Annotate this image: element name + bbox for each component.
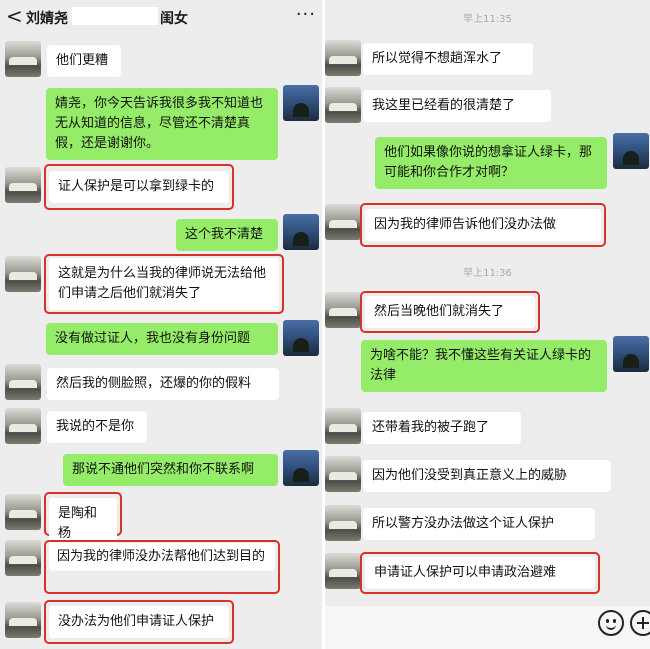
message-incoming: 我这里已经看的很清楚了 bbox=[363, 90, 551, 122]
chat-screenshot-left: < 刘婧尧 闺女 ··· 他们更糟 婧尧，你今天告诉我很多我不知道也无从知道的信… bbox=[0, 0, 322, 649]
timestamp: 早上11:35 bbox=[463, 14, 512, 25]
message-incoming: 他们更糟 bbox=[47, 45, 121, 77]
chat-screenshot-right: 早上11:35 所以觉得不想趟浑水了 我这里已经看的很清楚了 他们如果像你说的想… bbox=[325, 0, 650, 649]
message-outgoing: 那说不通他们突然和你不联系啊 bbox=[63, 454, 278, 486]
message-outgoing: 婧尧，你今天告诉我很多我不知道也无从知道的信息，尽管还不清楚真假，还是谢谢你。 bbox=[46, 88, 278, 160]
contact-avatar[interactable] bbox=[5, 256, 41, 292]
self-avatar[interactable] bbox=[613, 336, 649, 372]
chat-title-name: 刘婧尧 bbox=[26, 11, 68, 27]
contact-avatar[interactable] bbox=[5, 167, 41, 203]
message-incoming: 因为我的律师告诉他们没办法做 bbox=[365, 209, 601, 241]
message-incoming: 因为我的律师没办法帮他们达到目的 bbox=[49, 543, 275, 571]
message-incoming: 然后我的侧脸照，还爆的你的假料 bbox=[47, 368, 279, 400]
contact-avatar[interactable] bbox=[325, 456, 361, 492]
contact-avatar[interactable] bbox=[5, 364, 41, 400]
message-incoming: 所以警方没办法做这个证人保护 bbox=[363, 508, 595, 540]
message-outgoing: 他们如果像你说的想拿证人绿卡，那可能和你合作才对啊？ bbox=[375, 137, 607, 189]
back-arrow-icon[interactable]: < bbox=[6, 4, 23, 28]
message-incoming: 所以觉得不想趟浑水了 bbox=[363, 43, 533, 75]
contact-avatar[interactable] bbox=[325, 292, 361, 328]
message-incoming: 还带着我的被子跑了 bbox=[363, 412, 521, 444]
self-avatar[interactable] bbox=[283, 214, 319, 250]
plus-circle-icon[interactable] bbox=[630, 610, 650, 636]
self-avatar[interactable] bbox=[283, 85, 319, 121]
contact-avatar[interactable] bbox=[325, 87, 361, 123]
contact-avatar[interactable] bbox=[5, 602, 41, 638]
self-avatar[interactable] bbox=[613, 133, 649, 169]
message-outgoing: 没有做过证人，我也没有身份问题 bbox=[46, 323, 278, 355]
message-incoming: 申请证人保护可以申请政治避难 bbox=[365, 557, 595, 589]
contact-avatar[interactable] bbox=[5, 540, 41, 576]
message-incoming: 我说的不是你 bbox=[47, 411, 147, 443]
contact-avatar[interactable] bbox=[325, 408, 361, 444]
contact-avatar[interactable] bbox=[325, 40, 361, 76]
message-outgoing: 为啥不能？我不懂这些有关证人绿卡的法律 bbox=[361, 340, 607, 392]
timestamp: 早上11:36 bbox=[463, 268, 512, 279]
contact-avatar[interactable] bbox=[5, 408, 41, 444]
contact-avatar[interactable] bbox=[325, 204, 361, 240]
contact-avatar[interactable] bbox=[325, 553, 361, 589]
message-incoming: 然后当晚他们就消失了 bbox=[365, 296, 535, 328]
contact-avatar[interactable] bbox=[325, 505, 361, 541]
contact-avatar[interactable] bbox=[5, 41, 41, 77]
self-avatar[interactable] bbox=[283, 320, 319, 356]
message-outgoing: 这个我不清楚 bbox=[176, 219, 278, 251]
chat-header: < 刘婧尧 闺女 ··· bbox=[0, 0, 322, 34]
message-incoming: 这就是为什么当我的律师说无法给他们申请之后他们就消失了 bbox=[49, 258, 279, 310]
chat-title-suffix: 闺女 bbox=[160, 11, 188, 27]
title-redaction bbox=[72, 7, 158, 25]
more-dots-icon[interactable]: ··· bbox=[296, 4, 316, 25]
self-avatar[interactable] bbox=[283, 450, 319, 486]
message-incoming: 因为他们没受到真正意义上的威胁 bbox=[363, 460, 611, 492]
message-incoming: 证人保护是可以拿到绿卡的 bbox=[49, 171, 229, 203]
contact-avatar[interactable] bbox=[5, 494, 41, 530]
message-incoming: 没办法为他们申请证人保护 bbox=[49, 606, 229, 638]
emoji-face-icon[interactable] bbox=[598, 610, 624, 636]
